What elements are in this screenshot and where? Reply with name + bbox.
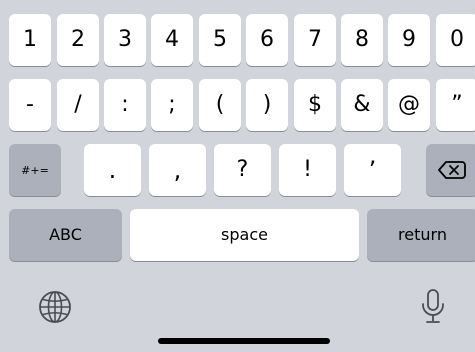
key-period[interactable]: . [84,144,141,196]
key-8[interactable]: 8 [341,14,383,66]
key-5[interactable]: 5 [199,14,241,66]
more-symbols-key[interactable]: #+= [9,144,61,196]
keyboard: 1 2 3 4 5 6 7 8 9 0 - / : ; ( ) $ & @ ” … [0,0,475,352]
key-9[interactable]: 9 [388,14,430,66]
key-open-paren[interactable]: ( [199,79,241,131]
key-semicolon[interactable]: ; [151,79,193,131]
globe-icon[interactable] [38,290,72,324]
key-2[interactable]: 2 [57,14,99,66]
key-quote[interactable]: ” [436,79,475,131]
key-colon[interactable]: : [104,79,146,131]
key-7[interactable]: 7 [294,14,336,66]
key-slash[interactable]: / [57,79,99,131]
delete-backspace-icon [438,161,466,179]
abc-key[interactable]: ABC [9,209,122,261]
key-hyphen[interactable]: - [9,79,51,131]
microphone-icon[interactable] [419,288,447,326]
key-ampersand[interactable]: & [341,79,383,131]
key-4[interactable]: 4 [151,14,193,66]
return-key[interactable]: return [367,209,475,261]
key-comma[interactable]: , [149,144,206,196]
key-0[interactable]: 0 [436,14,475,66]
home-indicator[interactable] [158,338,330,344]
key-1[interactable]: 1 [9,14,51,66]
key-apostrophe[interactable]: ’ [344,144,401,196]
key-at[interactable]: @ [388,79,430,131]
key-question[interactable]: ? [214,144,271,196]
key-exclamation[interactable]: ! [279,144,336,196]
key-3[interactable]: 3 [104,14,146,66]
key-dollar[interactable]: $ [294,79,336,131]
space-key[interactable]: space [130,209,359,261]
key-6[interactable]: 6 [246,14,288,66]
key-close-paren[interactable]: ) [246,79,288,131]
delete-key[interactable] [426,144,475,196]
